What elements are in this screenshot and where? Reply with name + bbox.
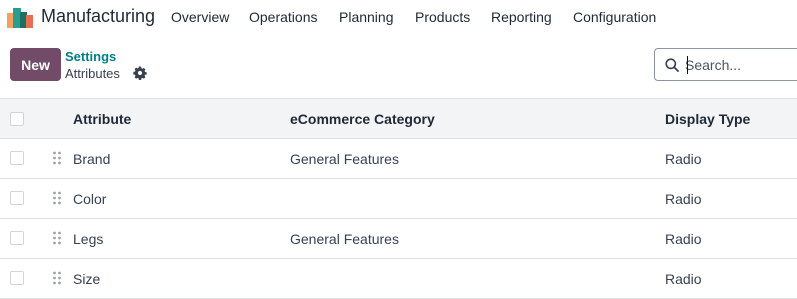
column-header-attribute[interactable]: Attribute [73,111,131,127]
drag-handle-icon[interactable] [52,271,62,285]
menu-products[interactable]: Products [415,9,470,25]
manufacturing-app-icon[interactable] [7,8,33,28]
row-checkbox[interactable] [10,231,24,245]
search-box[interactable] [654,48,797,81]
menu-configuration[interactable]: Configuration [573,9,656,25]
select-all-checkbox[interactable] [10,112,24,126]
menu-operations[interactable]: Operations [249,9,317,25]
table-row[interactable]: Color Radio [0,179,797,219]
cell-ecommerce-category: General Features [290,231,399,247]
row-checkbox[interactable] [10,191,24,205]
table-header: Attribute eCommerce Category Display Typ… [0,98,797,139]
gear-icon[interactable] [133,66,147,80]
cell-display-type: Radio [665,151,702,167]
column-header-display-type[interactable]: Display Type [665,111,750,127]
row-checkbox[interactable] [10,151,24,165]
cell-attribute: Color [73,191,107,207]
cell-attribute: Legs [73,231,104,247]
new-button[interactable]: New [10,48,61,81]
table-row[interactable]: Brand General Features Radio [0,139,797,179]
breadcrumb-current: Attributes [65,66,120,81]
drag-handle-icon[interactable] [52,191,62,205]
top-navbar: Manufacturing Overview Operations Planni… [0,0,797,36]
text-cursor [687,56,688,74]
row-checkbox[interactable] [10,271,24,285]
cell-attribute: Size [73,271,101,287]
cell-attribute: Brand [73,151,111,167]
menu-overview[interactable]: Overview [171,9,229,25]
breadcrumb-settings[interactable]: Settings [65,49,116,64]
menu-reporting[interactable]: Reporting [491,9,552,25]
cell-display-type: Radio [665,231,702,247]
table-row[interactable]: Legs General Features Radio [0,219,797,259]
app-name[interactable]: Manufacturing [41,6,155,27]
menu-planning[interactable]: Planning [339,9,394,25]
search-input[interactable] [685,55,797,75]
cell-display-type: Radio [665,271,702,287]
attributes-table: Attribute eCommerce Category Display Typ… [0,98,797,299]
column-header-ecommerce-category[interactable]: eCommerce Category [290,111,435,127]
drag-handle-icon[interactable] [52,231,62,245]
table-row[interactable]: Size Radio [0,259,797,299]
cell-display-type: Radio [665,191,702,207]
drag-handle-icon[interactable] [52,151,62,165]
search-icon [665,58,679,72]
cell-ecommerce-category: General Features [290,151,399,167]
